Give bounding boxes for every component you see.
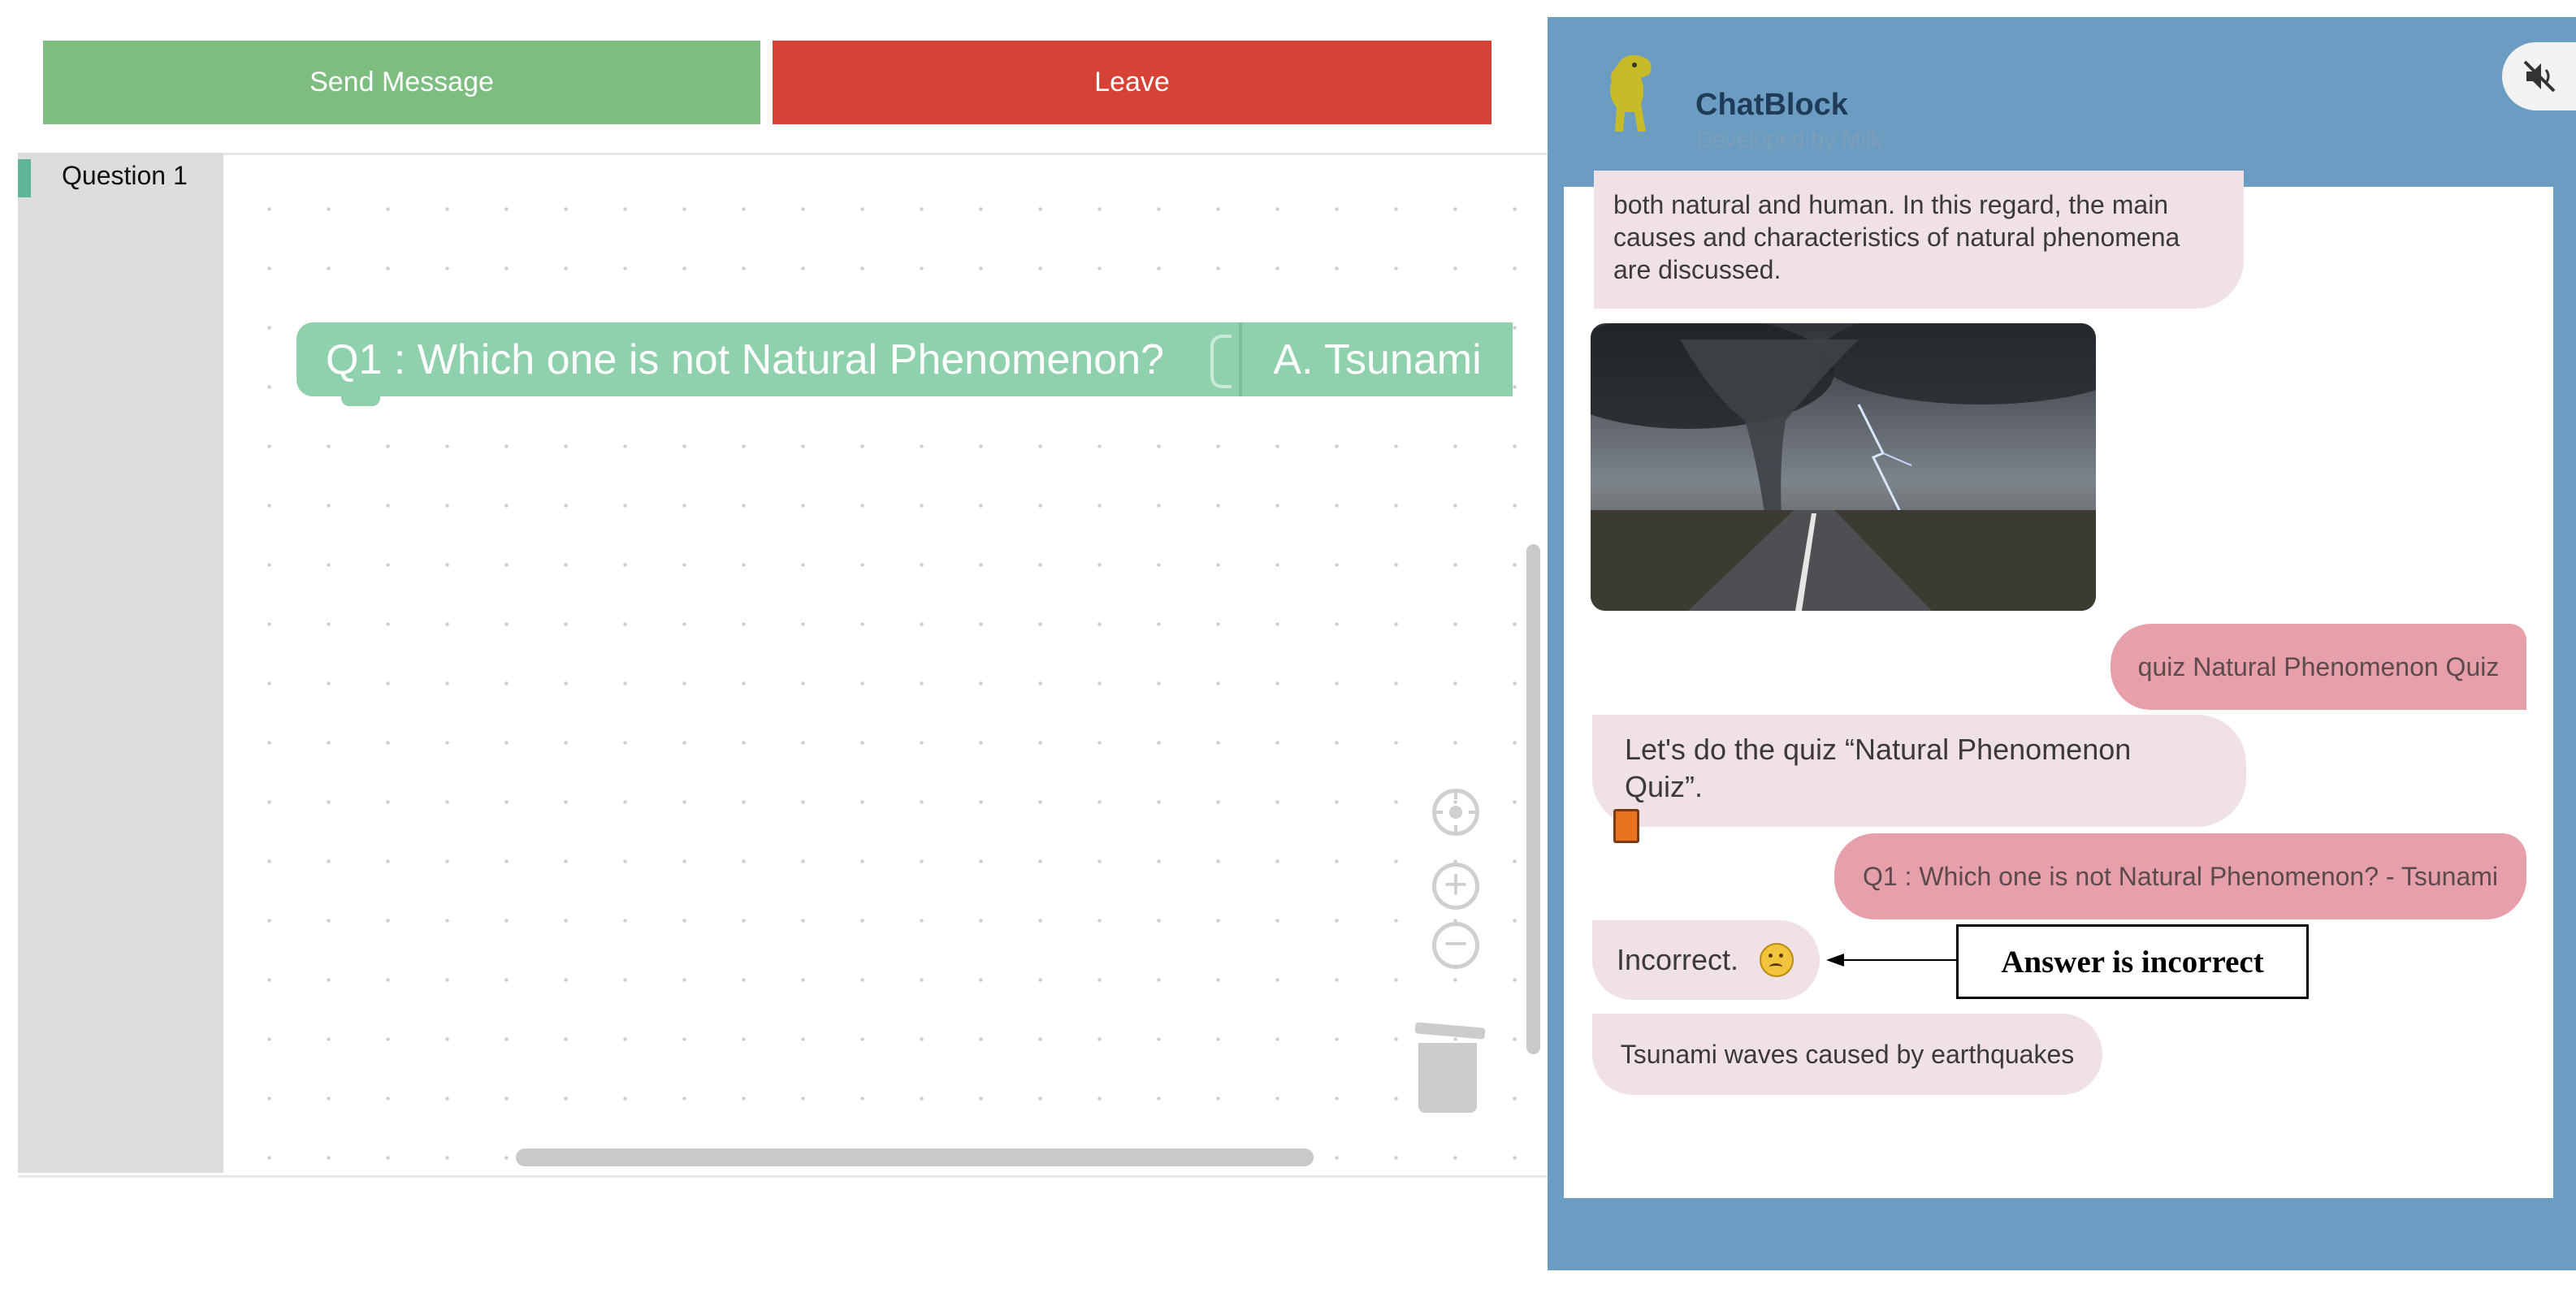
toolbox-category-color <box>18 159 31 197</box>
tornado-image <box>1591 323 2096 611</box>
zoom-out-icon[interactable]: − <box>1432 922 1479 969</box>
horizontal-scrollbar[interactable] <box>516 1148 1314 1166</box>
leave-button[interactable]: Leave <box>773 41 1491 124</box>
annotation-arrow-icon <box>1826 954 1958 967</box>
chat-title: ChatBlock <box>1695 88 1848 122</box>
user-message-quiz: quiz Natural Phenomenon Quiz <box>2111 624 2526 710</box>
bot-message-quiz-start: Let's do the quiz “Natural Phenomenon Qu… <box>1592 715 2246 844</box>
bot-message-explanation: Tsunami waves caused by earthquakes <box>1592 1014 2102 1095</box>
bot-message-incorrect-text: Incorrect. <box>1617 943 1739 976</box>
chat-subtitle: Developed by Milk <box>1696 127 1882 152</box>
block-connector <box>1210 335 1232 388</box>
send-message-button[interactable]: Send Message <box>43 41 760 124</box>
user-message-answer: Q1 : Which one is not Natural Phenomenon… <box>1834 833 2526 919</box>
zoom-in-icon[interactable]: + <box>1432 863 1479 910</box>
sad-face-icon <box>1760 943 1795 977</box>
answer-block[interactable]: A. Tsunami <box>1239 322 1513 396</box>
speaker-muted-icon <box>2523 60 2556 93</box>
chatblock-logo-icon <box>1610 54 1652 132</box>
question-block[interactable]: Q1 : Which one is not Natural Phenomenon… <box>297 322 1239 396</box>
recenter-icon[interactable] <box>1432 789 1479 836</box>
vertical-scrollbar[interactable] <box>1526 544 1540 1054</box>
bot-message-intro: both natural and human. In this regard, … <box>1594 171 2244 309</box>
trash-lid <box>1414 1022 1486 1040</box>
toolbox-category-question-1[interactable]: Question 1 <box>62 161 188 191</box>
mute-button[interactable] <box>2502 42 2576 110</box>
book-icon <box>1613 809 1639 844</box>
annotation-label: Answer is incorrect <box>1956 924 2309 999</box>
trash-icon[interactable] <box>1414 1022 1486 1113</box>
question-block-notch <box>341 395 380 406</box>
bot-message-incorrect: Incorrect. <box>1592 920 1820 1000</box>
workspace-grid <box>223 155 1548 1170</box>
toolbox-sidebar <box>18 153 223 1173</box>
bot-message-quiz-start-text: Let's do the quiz “Natural Phenomenon Qu… <box>1625 733 2132 803</box>
trash-body <box>1418 1043 1477 1113</box>
